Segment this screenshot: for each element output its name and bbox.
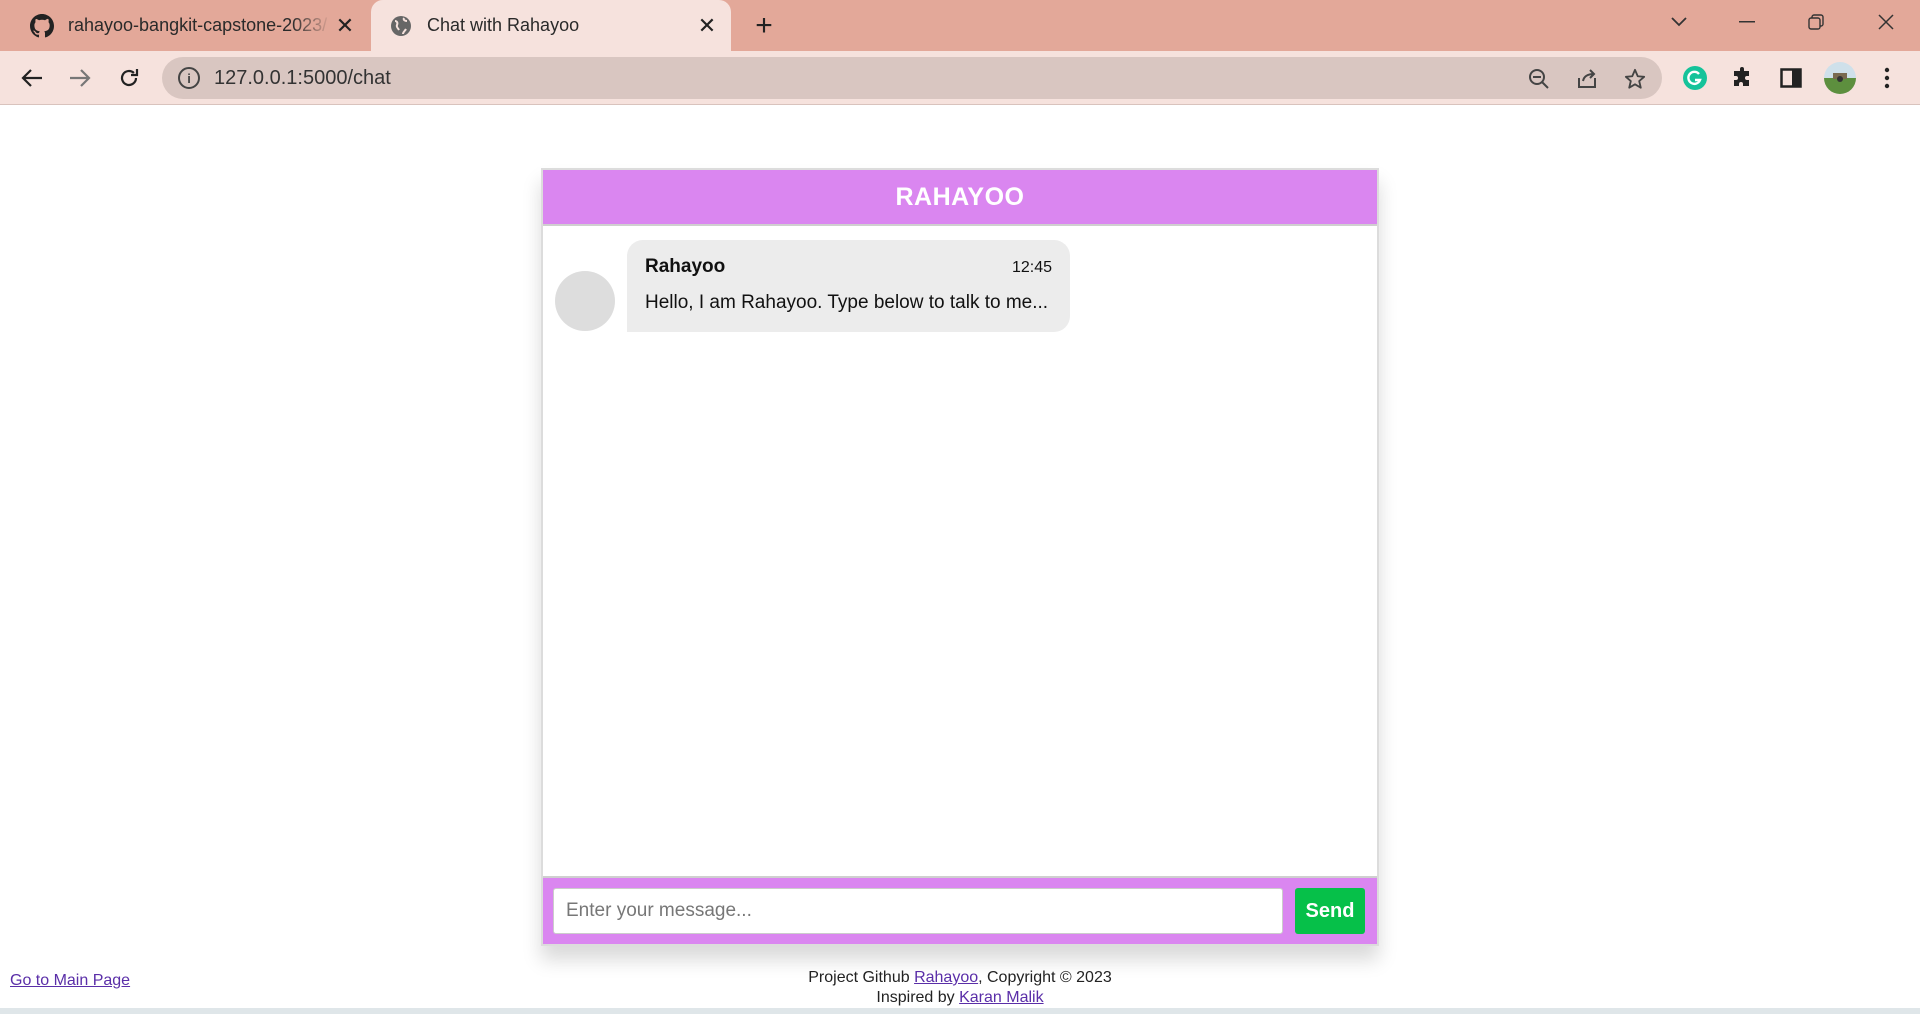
back-arrow-icon[interactable]	[14, 60, 50, 96]
extensions-icon[interactable]	[1728, 63, 1758, 93]
globe-icon	[389, 14, 413, 38]
tab-title: Chat with Rahayoo	[427, 15, 580, 35]
browser-menu-icon[interactable]	[1872, 63, 1902, 93]
chat-window: RAHAYOO Rahayoo 12:45 Hello, I am Rahayo…	[541, 168, 1379, 946]
main-page-link[interactable]: Go to Main Page	[10, 972, 130, 990]
message-text: Hello, I am Rahayoo. Type below to talk …	[645, 292, 1049, 313]
bot-avatar	[555, 271, 615, 331]
bookmark-star-icon[interactable]	[1622, 66, 1648, 92]
close-tab-icon[interactable]: ✕	[331, 12, 359, 40]
side-panel-icon[interactable]	[1776, 63, 1806, 93]
footer: Project Github Rahayoo, Copyright © 2023…	[760, 968, 1160, 1008]
tab-title: rahayoo-bangkit-capstone-2023/	[68, 15, 328, 35]
new-tab-button[interactable]: +	[748, 9, 780, 42]
tab-strip: rahayoo-bangkit-capstone-2023/ ✕ Chat wi…	[0, 0, 1920, 51]
tab-search-icon[interactable]	[1651, 0, 1707, 44]
close-tab-icon[interactable]: ✕	[693, 12, 721, 40]
github-project-link[interactable]: Rahayoo	[914, 969, 978, 986]
copyright-text: , Copyright © 2023	[978, 969, 1112, 986]
github-icon	[30, 13, 54, 38]
chat-title: RAHAYOO	[895, 182, 1025, 211]
restore-icon[interactable]	[1788, 0, 1844, 44]
forward-arrow-icon[interactable]	[62, 60, 98, 96]
site-info-icon[interactable]: i	[178, 67, 200, 89]
address-bar[interactable]: i 127.0.0.1:5000/chat	[162, 57, 1662, 99]
send-button[interactable]: Send	[1295, 888, 1365, 934]
footer-line-1: Project Github Rahayoo, Copyright © 2023	[760, 968, 1160, 988]
message-bubble: Rahayoo 12:45 Hello, I am Rahayoo. Type …	[627, 240, 1070, 332]
url-text: 127.0.0.1:5000/chat	[214, 66, 391, 89]
tab-chat[interactable]: Chat with Rahayoo ✕	[371, 0, 731, 51]
zoom-icon[interactable]	[1526, 66, 1552, 92]
chat-input-area: Send	[543, 876, 1377, 944]
chat-header: RAHAYOO	[543, 170, 1377, 226]
share-icon[interactable]	[1574, 66, 1600, 92]
bottom-strip	[0, 1008, 1920, 1014]
message-sender: Rahayoo	[645, 256, 726, 277]
message-input[interactable]	[553, 888, 1283, 934]
reload-icon[interactable]	[111, 60, 147, 96]
minimize-icon[interactable]	[1719, 0, 1775, 44]
profile-avatar[interactable]	[1822, 60, 1858, 96]
browser-toolbar: i 127.0.0.1:5000/chat	[0, 51, 1920, 105]
message-time: 12:45	[1011, 259, 1052, 276]
inspired-by-link[interactable]: Karan Malik	[959, 989, 1043, 1006]
footer-line-2: Inspired by Karan Malik	[760, 988, 1160, 1008]
grammarly-icon[interactable]	[1680, 63, 1710, 93]
chat-messages[interactable]: Rahayoo 12:45 Hello, I am Rahayoo. Type …	[543, 226, 1377, 878]
footer-text: Project Github	[808, 969, 915, 986]
tab-github[interactable]: rahayoo-bangkit-capstone-2023/ ✕	[14, 0, 369, 51]
footer-text: Inspired by	[876, 989, 960, 1006]
close-window-icon[interactable]	[1858, 0, 1914, 44]
